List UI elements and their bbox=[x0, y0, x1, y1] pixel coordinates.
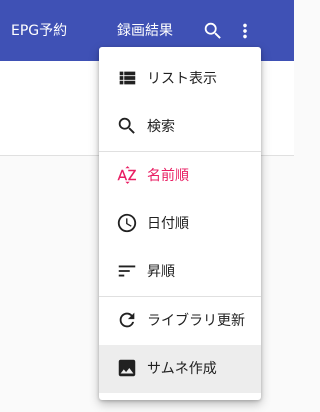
menu-item-label: 日付順 bbox=[147, 216, 189, 232]
menu-item-label: 昇順 bbox=[147, 264, 175, 280]
refresh-icon bbox=[116, 309, 138, 331]
view-list-icon bbox=[116, 67, 138, 89]
tab-epg-reservation[interactable]: EPG予約 bbox=[11, 22, 67, 40]
menu-item-sort-by-name[interactable]: 名前順 bbox=[99, 152, 261, 200]
menu-item-label: 名前順 bbox=[147, 168, 189, 184]
image-icon bbox=[116, 357, 138, 379]
menu-item-label: リスト表示 bbox=[147, 71, 217, 87]
search-icon[interactable] bbox=[202, 20, 224, 42]
sort-icon bbox=[116, 260, 138, 282]
menu-item-label: 検索 bbox=[147, 119, 175, 135]
menu-item-search[interactable]: 検索 bbox=[99, 103, 261, 151]
menu-item-ascending[interactable]: 昇順 bbox=[99, 248, 261, 296]
menu-item-label: ライブラリ更新 bbox=[147, 313, 245, 329]
search-icon bbox=[116, 115, 138, 137]
menu-item-library-update[interactable]: ライブラリ更新 bbox=[99, 297, 261, 345]
more-vert-icon[interactable] bbox=[234, 20, 256, 42]
menu-item-create-thumbnails[interactable]: サムネ作成 bbox=[99, 345, 261, 393]
sort-by-alpha-icon bbox=[116, 164, 138, 186]
overflow-menu: リスト表示 検索 名前順 日付順 昇順 ライブラリ更新 サムネ作成 bbox=[99, 47, 261, 400]
clock-icon bbox=[116, 212, 138, 234]
menu-item-list-view[interactable]: リスト表示 bbox=[99, 55, 261, 103]
tab-recording-results[interactable]: 録画結果 bbox=[117, 22, 173, 40]
menu-item-label: サムネ作成 bbox=[147, 361, 217, 377]
menu-item-sort-by-date[interactable]: 日付順 bbox=[99, 200, 261, 248]
